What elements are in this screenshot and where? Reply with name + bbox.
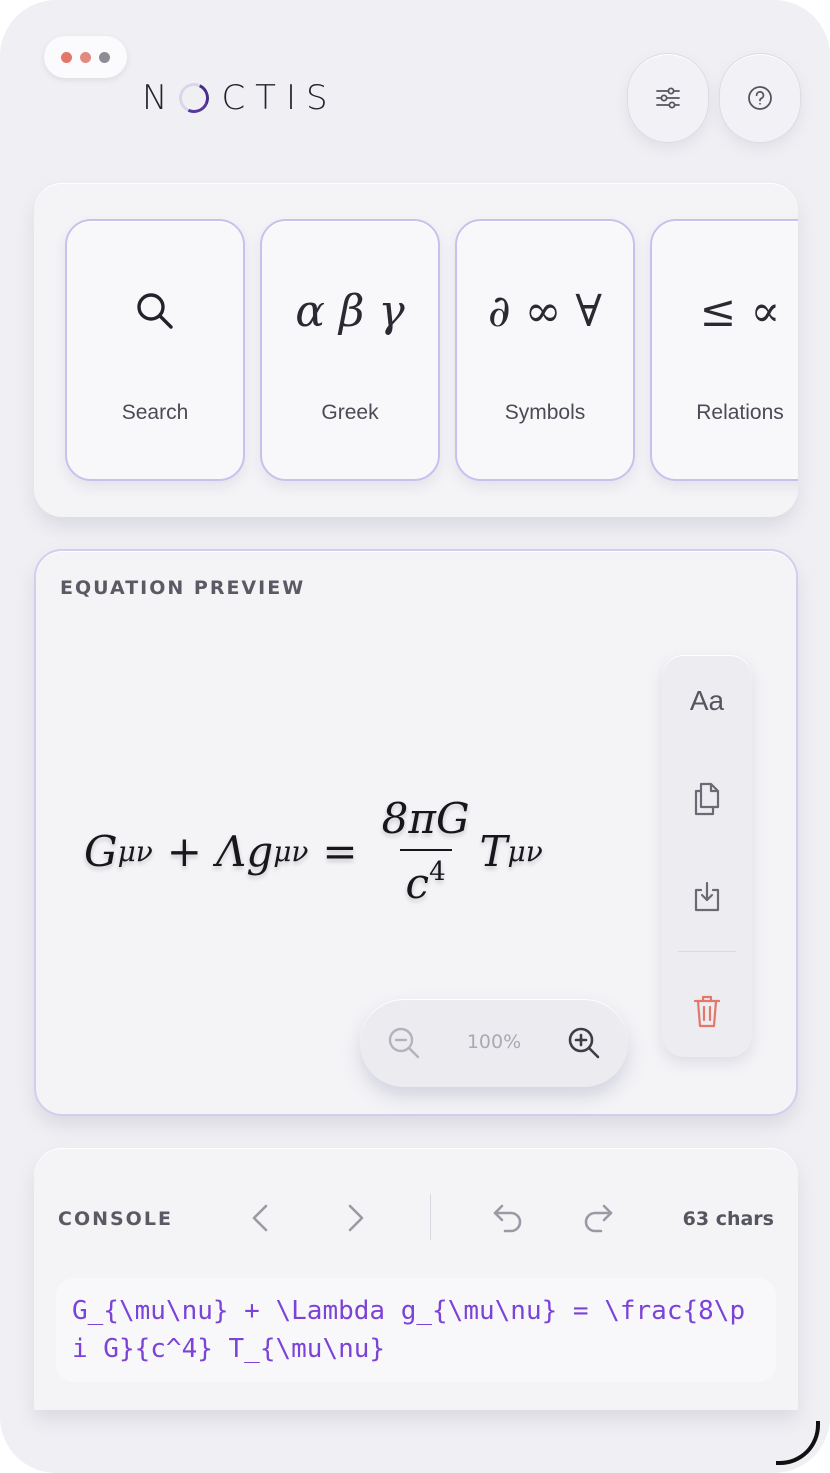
- zoom-control: 100%: [360, 999, 628, 1087]
- tool-greek[interactable]: α β γ Greek: [260, 219, 440, 481]
- rendered-equation: Gμν + Λg μν = 8πG c4 Tμν: [84, 791, 543, 911]
- zoom-level: 100%: [466, 1031, 522, 1053]
- eq-subscript: μν: [117, 834, 153, 868]
- app-screen: N CTIS Search α β γ Greek ∂ ∞ ∀ Symbols …: [0, 0, 830, 1473]
- tool-label: Relations: [696, 401, 784, 424]
- zoom-in-icon[interactable]: [566, 1025, 602, 1061]
- tool-label: Symbols: [504, 401, 586, 424]
- sliders-icon: [656, 87, 680, 109]
- tool-label: Search: [121, 401, 189, 424]
- filters-button[interactable]: [627, 53, 709, 143]
- logo-letters: CTIS: [221, 78, 338, 118]
- window-close-dot[interactable]: [61, 51, 72, 63]
- redo-icon[interactable]: [580, 1200, 616, 1236]
- relation-glyphs: ≤ ∝: [699, 285, 781, 337]
- eq-operator: +: [166, 826, 202, 876]
- download-button[interactable]: [662, 867, 752, 927]
- logo-letter-n: N: [142, 78, 178, 118]
- preview-title: EQUATION PREVIEW: [60, 577, 306, 599]
- search-icon: [137, 293, 173, 329]
- console-title: CONSOLE: [58, 1208, 173, 1230]
- eq-operator: =: [322, 826, 358, 876]
- copy-button[interactable]: [662, 769, 752, 829]
- help-button[interactable]: [719, 53, 801, 143]
- eq-subscript: μν: [273, 834, 309, 868]
- tool-search[interactable]: Search: [65, 219, 245, 481]
- tool-relations[interactable]: ≤ ∝ Relations: [650, 219, 798, 481]
- zoom-out-icon[interactable]: [386, 1025, 422, 1061]
- console-panel: CONSOLE 63 chars G_{\mu\nu} + \Lambda g_…: [34, 1148, 798, 1410]
- search-icon-wrap: [67, 281, 243, 341]
- eq-term: G: [84, 826, 118, 876]
- corner-decoration: [776, 1421, 820, 1465]
- delete-button[interactable]: [662, 981, 752, 1041]
- window-maximize-dot[interactable]: [99, 51, 110, 63]
- eq-term: Λg: [215, 826, 274, 876]
- eq-denominator: c4: [399, 849, 452, 908]
- window-controls[interactable]: [44, 36, 127, 78]
- trash-icon: [693, 995, 721, 1028]
- equation-preview-panel: EQUATION PREVIEW Gμν + Λg μν = 8πG c4 Tμν…: [34, 549, 798, 1116]
- eq-term: T: [479, 826, 508, 876]
- latex-code-input[interactable]: G_{\mu\nu} + \Lambda g_{\mu\nu} = \frac{…: [56, 1278, 776, 1382]
- tool-symbols[interactable]: ∂ ∞ ∀ Symbols: [455, 219, 635, 481]
- eq-numerator: 8πG: [381, 794, 470, 843]
- eq-fraction: 8πG c4: [376, 794, 476, 908]
- symbol-palette: Search α β γ Greek ∂ ∞ ∀ Symbols ≤ ∝ Rel…: [34, 183, 798, 517]
- app-logo: N CTIS: [142, 78, 338, 118]
- console-divider: [430, 1194, 431, 1240]
- chevron-right-icon[interactable]: [336, 1200, 372, 1236]
- toolbar-divider: [678, 951, 736, 952]
- eq-subscript: μν: [507, 834, 543, 868]
- eq-exponent: 4: [429, 857, 446, 887]
- eq-denominator-base: c: [405, 859, 430, 908]
- font-style-button[interactable]: Aa: [662, 671, 752, 731]
- copy-icon: [694, 782, 720, 816]
- help-circle-icon: [748, 86, 772, 110]
- tool-label: Greek: [321, 401, 379, 424]
- logo-ring-icon: [175, 78, 214, 118]
- symbol-glyphs: ∂ ∞ ∀: [488, 285, 602, 337]
- undo-icon[interactable]: [490, 1200, 526, 1236]
- download-icon: [694, 881, 720, 912]
- window-minimize-dot[interactable]: [80, 51, 91, 63]
- preview-side-toolbar: Aa: [662, 655, 752, 1057]
- char-count: 63 chars: [682, 1208, 774, 1230]
- chevron-left-icon[interactable]: [244, 1200, 280, 1236]
- greek-glyphs: α β γ: [295, 285, 405, 337]
